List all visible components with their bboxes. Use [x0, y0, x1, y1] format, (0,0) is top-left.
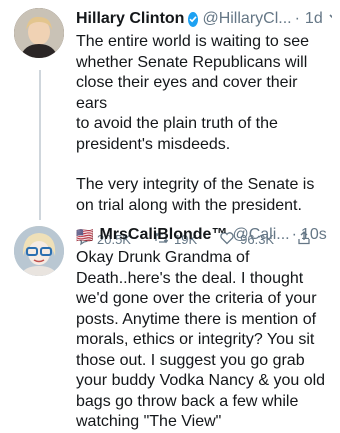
separator-dot: · [291, 226, 297, 243]
timestamp[interactable]: 1d [305, 9, 323, 29]
tweet-text: Okay Drunk Grandma of Death..here's the … [76, 248, 332, 433]
tweet-text-line: we'd gone over the criteria of your [76, 290, 317, 307]
tweet-text: The entire world is waiting to see wheth… [76, 32, 332, 216]
tweet-text-line: The entire world is waiting to see [76, 33, 309, 50]
user-handle[interactable]: @HillaryCl... [202, 9, 291, 29]
tweet-text-line: Okay Drunk Grandma of [76, 249, 250, 266]
chevron-down-icon[interactable] [329, 9, 332, 29]
display-name[interactable]: Hillary Clinton [76, 9, 184, 29]
separator-dot: · [294, 10, 300, 27]
tweet-text-line: Death..here's the deal. I thought [76, 269, 304, 287]
user-handle[interactable]: @Cali... [232, 225, 289, 245]
tweet-text-line: morals, ethics or integrity? You sit [76, 331, 315, 348]
avatar[interactable] [14, 226, 64, 276]
tweet-text-line: on trial along with the president. [76, 196, 302, 214]
tweet-header: 🇺🇸 MrsCaliBlonde™ @Cali... · 10s [76, 224, 332, 246]
tweet-text-line: to avoid the plain truth of the [76, 115, 278, 132]
timestamp[interactable]: 10s [301, 225, 327, 245]
tweet-text-line: bags go throw back a few while [76, 392, 299, 410]
tweet-text-line: president's misdeeds. [76, 135, 231, 153]
tweet-text-line: close their eyes and cover their ears [76, 74, 298, 112]
tweet-header: Hillary Clinton @HillaryCl... · 1d [76, 8, 332, 30]
display-name[interactable]: MrsCaliBlonde™ [99, 225, 227, 245]
tweet-text-line: watching "The View" [76, 413, 222, 430]
tweet-text-line: whether Senate Republicans will [76, 53, 308, 71]
tweet-text-line: posts. Anytime there is mention of [76, 310, 317, 328]
tweet-text-line: your buddy Vodka Nancy & you old [76, 372, 326, 389]
verified-badge-icon [188, 11, 199, 27]
tweet-text-line: those out. I suggest you go grab [76, 351, 305, 369]
us-flag-icon: 🇺🇸 [76, 227, 94, 243]
tweet-text-line: The very integrity of the Senate is [76, 176, 315, 193]
thread-connector-line [39, 70, 41, 220]
avatar[interactable] [14, 8, 64, 58]
